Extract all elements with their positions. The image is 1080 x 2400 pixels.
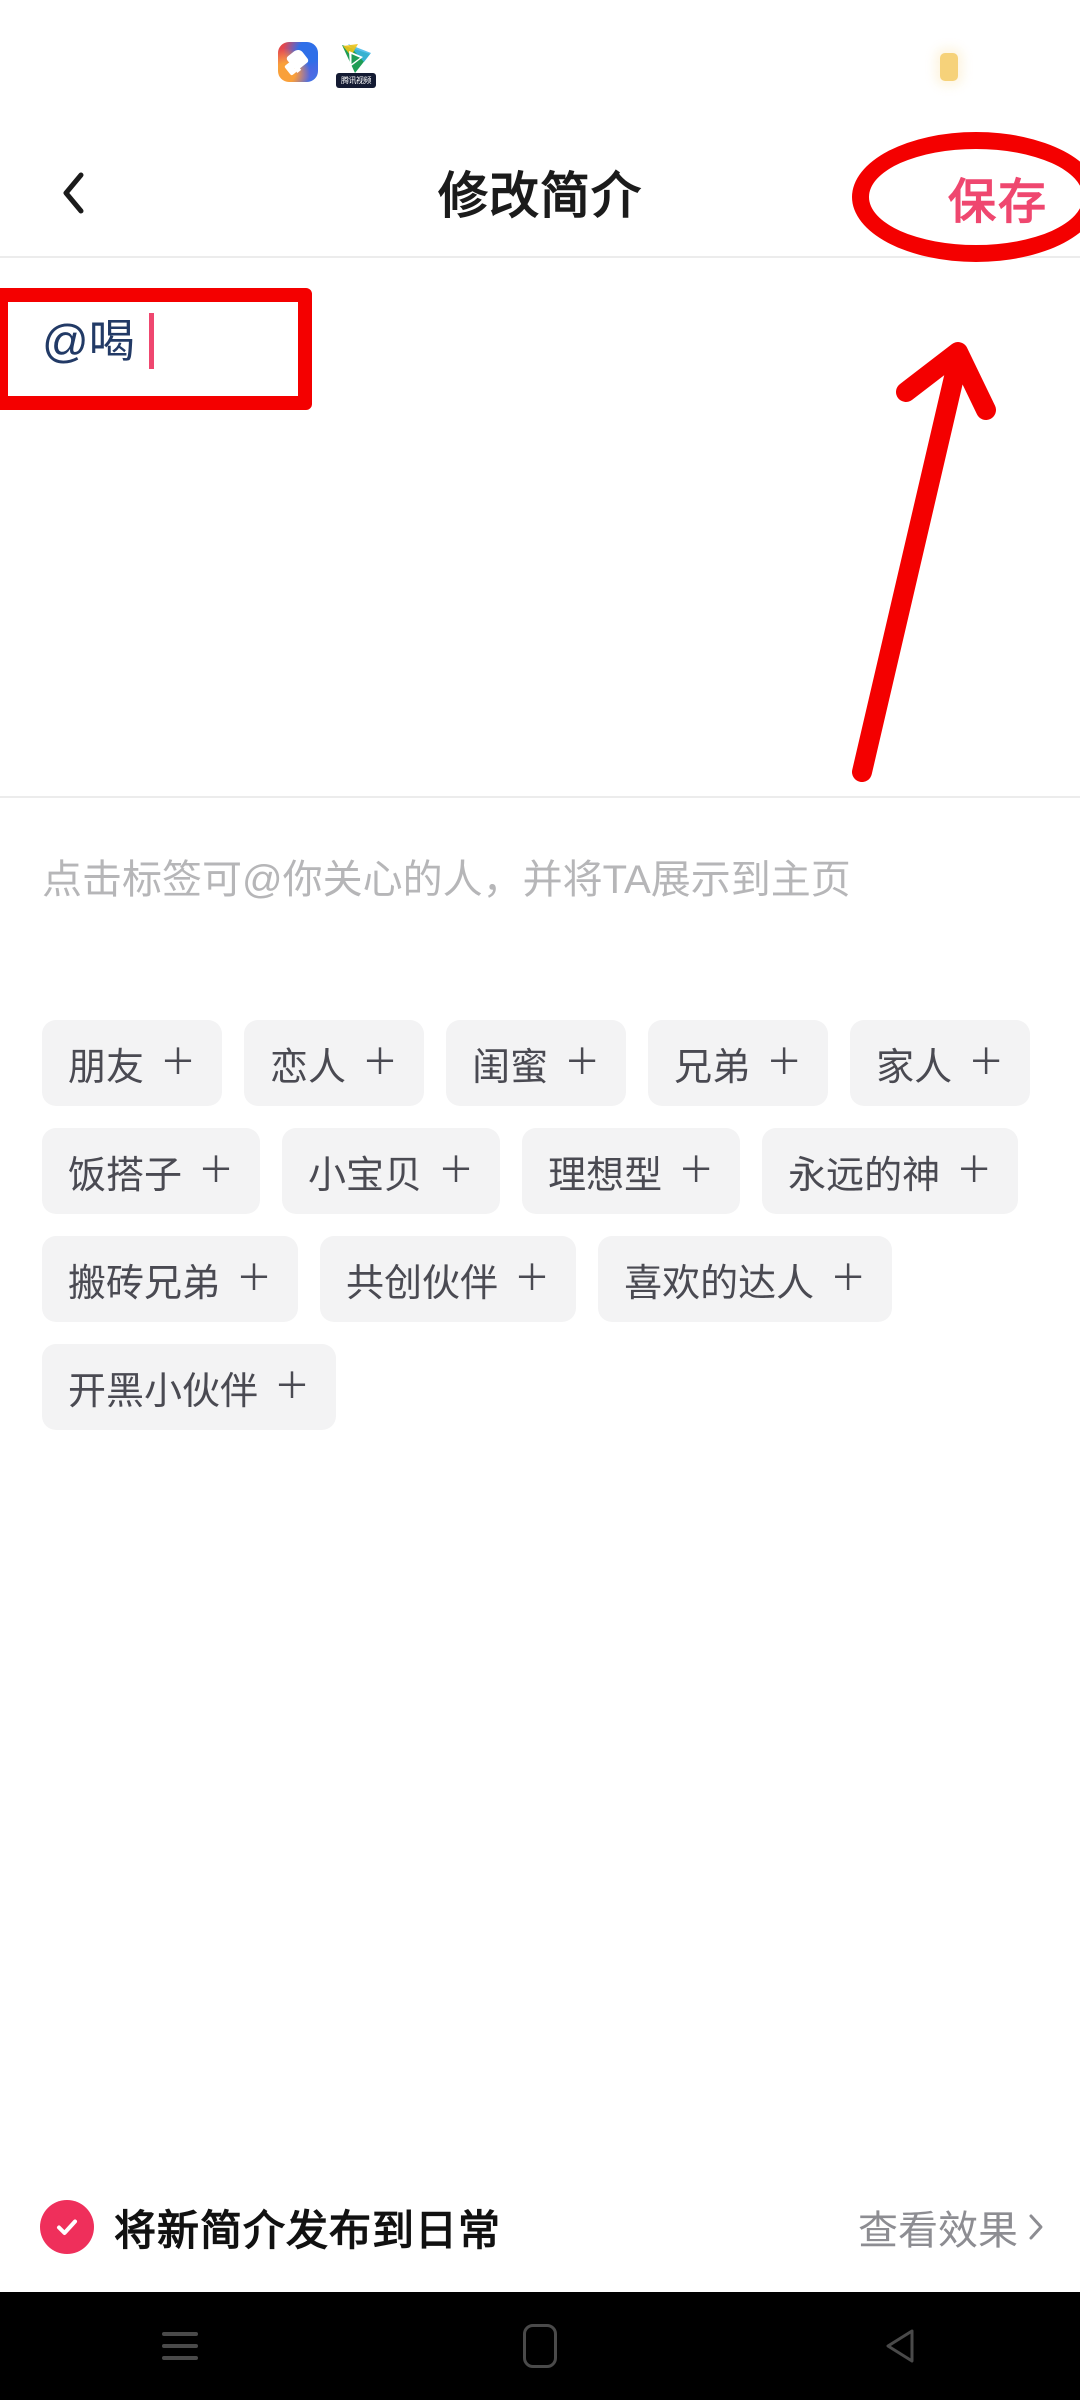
bio-input-value: @喝 — [42, 315, 135, 367]
tag-chip[interactable]: 兄弟 ＋ — [648, 1020, 829, 1106]
tag-chip[interactable]: 共创伙伴 ＋ — [320, 1236, 577, 1322]
app-screen: 腾讯视频 修改简介 保存 @喝 点击标签可@你关心的人，并将TA展示到主页 朋友… — [0, 0, 1080, 2400]
recents-icon — [162, 2332, 198, 2360]
plus-icon: ＋ — [514, 1257, 551, 1298]
tag-chip-label: 朋友 — [68, 1046, 145, 1089]
tag-chip[interactable]: 理想型 ＋ — [522, 1128, 741, 1214]
tag-chip-label: 闺蜜 — [472, 1046, 549, 1089]
plus-icon: ＋ — [830, 1257, 867, 1298]
tag-chip[interactable]: 家人 ＋ — [850, 1020, 1031, 1106]
text-caret — [148, 313, 154, 369]
tag-chip[interactable]: 搬砖兄弟 ＋ — [42, 1236, 299, 1322]
back-triangle-icon — [886, 2329, 914, 2363]
tag-chip-label: 小宝贝 — [308, 1154, 423, 1197]
plus-icon: ＋ — [362, 1041, 399, 1082]
tag-chip-list: 朋友 ＋ 恋人 ＋ 闺蜜 ＋ 兄弟 ＋ 家人 ＋ 饭搭子 ＋ 小宝贝 ＋ 理想型 — [42, 1020, 1042, 1430]
nav-recents-button[interactable] — [120, 2292, 240, 2400]
tag-chip[interactable]: 喜欢的达人 ＋ — [598, 1236, 893, 1322]
status-bar: 腾讯视频 — [0, 0, 1080, 126]
tencent-video-icon: 腾讯视频 — [336, 42, 376, 88]
tag-chip[interactable]: 永远的神 ＋ — [762, 1128, 1019, 1214]
app-header: 修改简介 保存 — [0, 126, 1080, 258]
tag-chip-label: 搬砖兄弟 — [68, 1262, 221, 1305]
tag-chip[interactable]: 饭搭子 ＋ — [42, 1128, 261, 1214]
tag-chip[interactable]: 小宝贝 ＋ — [282, 1128, 501, 1214]
tag-chip-label: 兄弟 — [674, 1046, 751, 1089]
status-bar-notification-icons: 腾讯视频 — [278, 42, 376, 88]
plus-icon: ＋ — [968, 1041, 1005, 1082]
tag-chip-label: 家人 — [876, 1046, 953, 1089]
plus-icon: ＋ — [236, 1257, 273, 1298]
tag-chip[interactable]: 闺蜜 ＋ — [446, 1020, 627, 1106]
tag-chip-label: 开黑小伙伴 — [68, 1370, 259, 1413]
tag-chip[interactable]: 恋人 ＋ — [244, 1020, 425, 1106]
tag-chip-label: 恋人 — [270, 1046, 347, 1089]
android-nav-bar — [0, 2292, 1080, 2400]
tag-chip-label: 理想型 — [548, 1154, 663, 1197]
nav-back-button[interactable] — [840, 2292, 960, 2400]
plus-icon: ＋ — [766, 1041, 803, 1082]
tencent-video-badge: 腾讯视频 — [336, 73, 376, 88]
view-effect-button[interactable]: 查看效果 — [858, 2198, 1044, 2256]
tag-chip-label: 喜欢的达人 — [624, 1262, 815, 1305]
plus-icon: ＋ — [438, 1149, 475, 1190]
bottom-action-bar: 将新简介发布到日常 查看效果 — [0, 2162, 1080, 2292]
view-effect-label: 查看效果 — [858, 2209, 1018, 2253]
bio-input[interactable]: @喝 — [42, 306, 1002, 376]
chevron-right-icon — [1029, 2214, 1043, 2240]
battery-pill-icon — [940, 53, 958, 81]
nav-home-button[interactable] — [480, 2292, 600, 2400]
tag-chip-label: 共创伙伴 — [346, 1262, 499, 1305]
checkmark-icon — [40, 2200, 94, 2254]
plus-icon: ＋ — [198, 1149, 235, 1190]
publish-label: 将新简介发布到日常 — [114, 2206, 502, 2254]
check-glyph-icon — [57, 2219, 77, 2235]
bio-input-section: @喝 — [0, 258, 1080, 798]
plus-icon: ＋ — [956, 1149, 993, 1190]
plus-icon: ＋ — [678, 1149, 715, 1190]
tag-chip-label: 永远的神 — [788, 1154, 941, 1197]
plus-icon: ＋ — [564, 1041, 601, 1082]
tag-chip[interactable]: 朋友 ＋ — [42, 1020, 223, 1106]
tag-hint-text: 点击标签可@你关心的人，并将TA展示到主页 — [42, 858, 851, 902]
plus-icon: ＋ — [160, 1041, 197, 1082]
publish-to-moments-toggle[interactable]: 将新简介发布到日常 — [40, 2197, 501, 2258]
home-icon — [523, 2324, 557, 2368]
page-title: 修改简介 — [438, 168, 642, 224]
app-gradient-icon — [278, 42, 318, 82]
plus-icon: ＋ — [274, 1365, 311, 1406]
save-button[interactable]: 保存 — [948, 162, 1048, 232]
section-divider — [0, 796, 1080, 798]
tag-chip-label: 饭搭子 — [68, 1154, 183, 1197]
status-bar-right — [940, 53, 958, 81]
tag-chip[interactable]: 开黑小伙伴 ＋ — [42, 1344, 337, 1430]
play-triangle-icon — [342, 44, 371, 73]
